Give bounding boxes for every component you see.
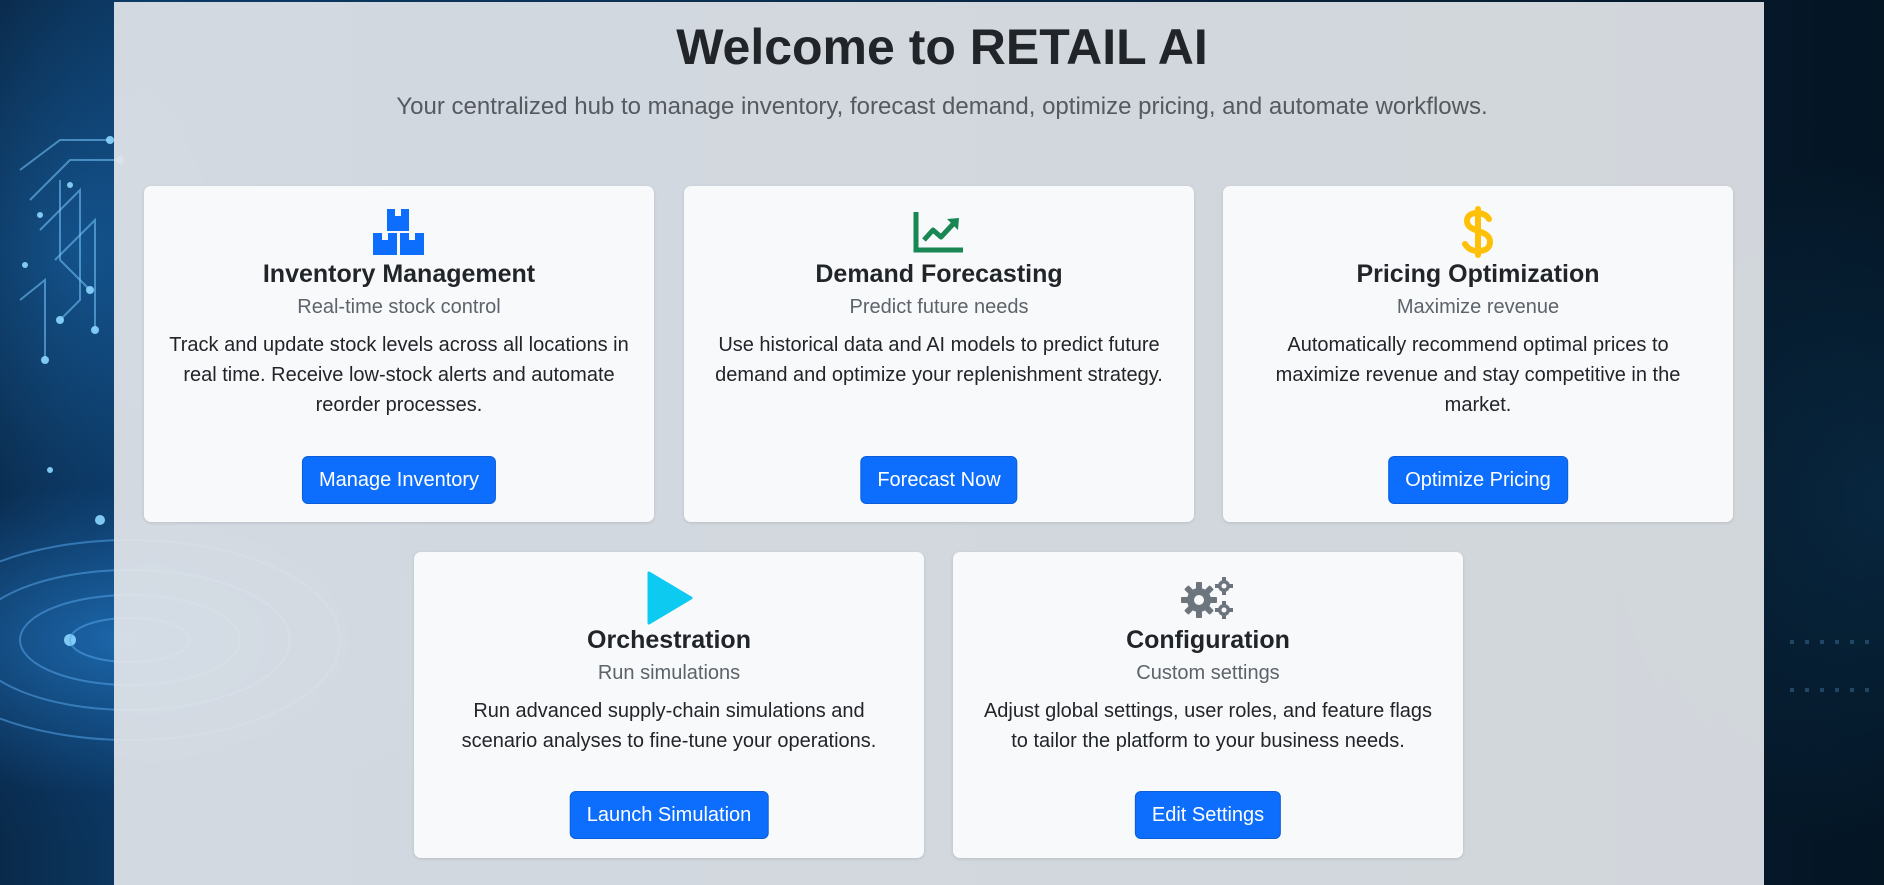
card-description: Run advanced supply-chain simulations an… xyxy=(461,700,877,752)
play-icon xyxy=(414,571,924,625)
card-subtitle: Run simulations xyxy=(597,662,741,684)
card-title: Demand Forecasting xyxy=(815,260,1063,288)
card-description: Automatically recommend optimal prices t… xyxy=(1275,334,1681,416)
boxes-icon xyxy=(144,206,654,258)
dollar-sign-icon xyxy=(1223,206,1733,258)
page-subtitle: Your centralized hub to manage inventory… xyxy=(396,93,1488,120)
edit-settings-button[interactable]: Edit Settings xyxy=(1134,791,1282,839)
optimize-pricing-button[interactable]: Optimize Pricing xyxy=(1388,456,1568,504)
card-subtitle: Custom settings xyxy=(1136,662,1280,684)
gears-icon xyxy=(953,572,1463,624)
launch-simulation-button[interactable]: Launch Simulation xyxy=(569,791,769,839)
forecast-now-button[interactable]: Forecast Now xyxy=(860,456,1018,504)
card-title: Configuration xyxy=(1126,626,1290,654)
card-pricing-optimization: Pricing Optimization Maximize revenue Au… xyxy=(1223,186,1733,522)
card-title: Orchestration xyxy=(587,626,751,654)
card-description: Track and update stock levels across all… xyxy=(169,334,629,416)
card-title: Pricing Optimization xyxy=(1356,260,1600,288)
card-description: Use historical data and AI models to pre… xyxy=(715,334,1163,386)
card-inventory-management: Inventory Management Real-time stock con… xyxy=(144,186,654,522)
card-title: Inventory Management xyxy=(262,260,536,288)
card-subtitle: Maximize revenue xyxy=(1396,296,1560,318)
card-configuration: Configuration Custom settings Adjust glo… xyxy=(953,552,1463,858)
manage-inventory-button[interactable]: Manage Inventory xyxy=(301,456,497,504)
card-subtitle: Predict future needs xyxy=(849,296,1029,318)
card-orchestration: Orchestration Run simulations Run advanc… xyxy=(414,552,924,858)
card-subtitle: Real-time stock control xyxy=(297,296,501,318)
page-title: Welcome to RETAIL AI xyxy=(676,19,1208,75)
card-demand-forecasting: Demand Forecasting Predict future needs … xyxy=(684,186,1194,522)
card-description: Adjust global settings, user roles, and … xyxy=(983,700,1433,752)
graph-up-arrow-icon xyxy=(684,206,1194,258)
